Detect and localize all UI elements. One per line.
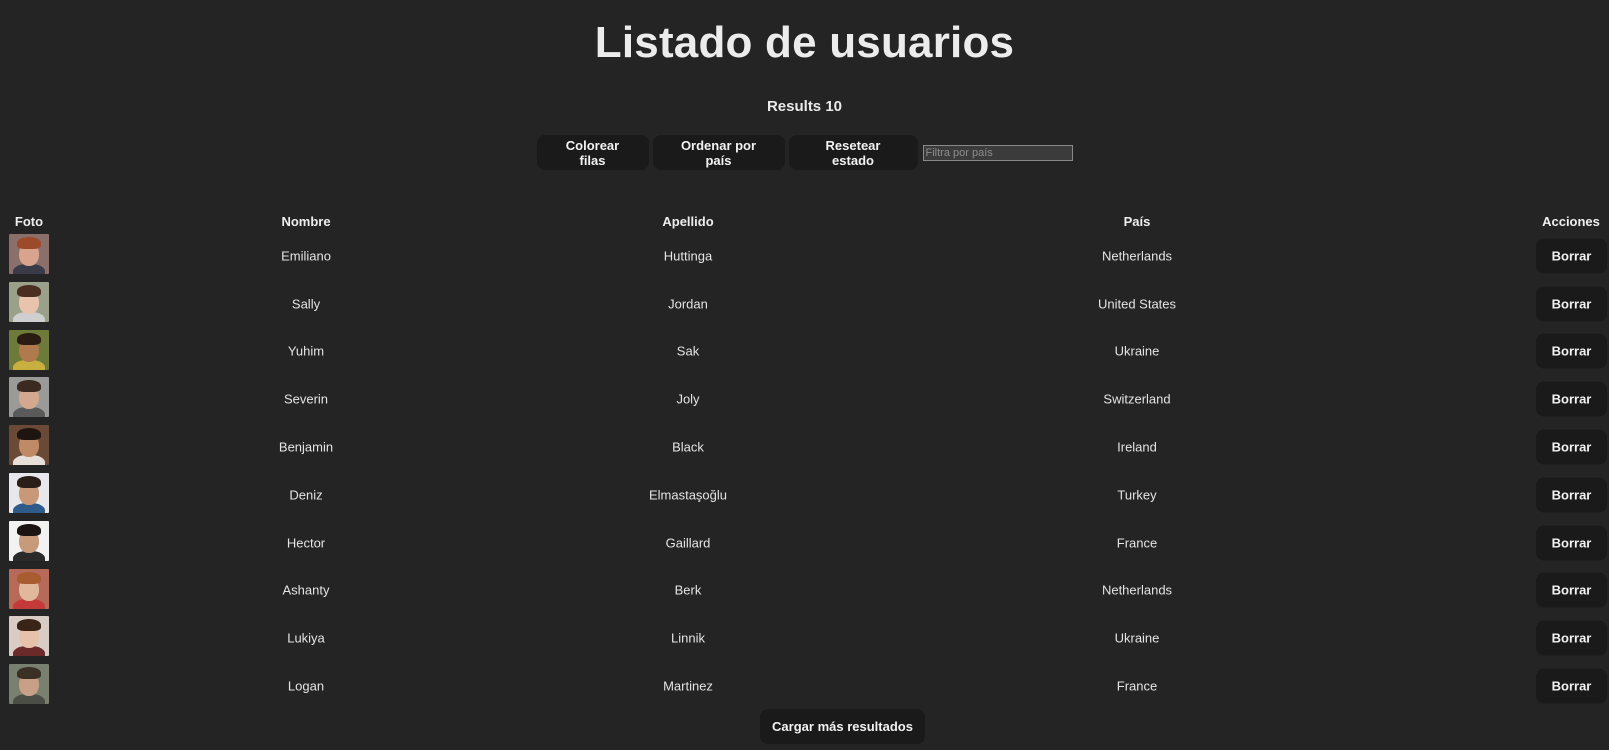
- user-avatar: [9, 377, 49, 418]
- user-avatar: [9, 520, 49, 561]
- cell-last-name: Black: [672, 439, 704, 455]
- table-header: Foto Nombre Apellido País Acciones: [0, 214, 1609, 230]
- cell-country: Switzerland: [1103, 391, 1171, 407]
- user-avatar: [9, 568, 49, 609]
- cell-last-name: Linnik: [671, 630, 705, 646]
- header-actions: Acciones: [1542, 214, 1600, 229]
- cell-last-name: Sak: [676, 343, 700, 359]
- cell-last-name: Elmastaşoğlu: [648, 487, 728, 503]
- avatar-hair: [17, 428, 41, 441]
- delete-button[interactable]: Borrar: [1536, 381, 1607, 417]
- user-avatar: [9, 472, 49, 513]
- cell-country: Turkey: [1117, 487, 1157, 503]
- avatar-hair: [17, 667, 41, 680]
- cell-country: Ireland: [1117, 439, 1157, 455]
- cell-country: Ukraine: [1114, 343, 1160, 359]
- user-avatar: [9, 329, 49, 370]
- cell-country: France: [1116, 678, 1158, 694]
- reset-state-button[interactable]: Resetear estado: [788, 135, 918, 170]
- delete-button[interactable]: Borrar: [1536, 668, 1607, 704]
- delete-button[interactable]: Borrar: [1536, 525, 1607, 561]
- table-row: Hector Gaillard France Borrar: [0, 519, 1609, 567]
- page-title: Listado de usuarios: [594, 18, 1015, 67]
- results-count: Results 10: [766, 98, 843, 115]
- users-page: Listado de usuarios Results 10 Colorear …: [0, 0, 1609, 750]
- cell-first-name: Hector: [286, 535, 326, 551]
- header-country: País: [1123, 214, 1151, 229]
- avatar-hair: [17, 523, 41, 536]
- cell-last-name: Martinez: [663, 678, 713, 694]
- avatar-hair: [17, 571, 41, 584]
- cell-first-name: Severin: [283, 391, 329, 407]
- user-avatar: [9, 281, 49, 322]
- cell-country: Ukraine: [1114, 630, 1160, 646]
- cell-last-name: Huttinga: [663, 248, 713, 264]
- cell-first-name: Lukiya: [287, 630, 325, 646]
- table-row: Ashanty Berk Netherlands Borrar: [0, 567, 1609, 615]
- color-rows-button[interactable]: Colorear filas: [536, 135, 649, 170]
- user-avatar: [9, 425, 49, 466]
- table-row: Severin Joly Switzerland Borrar: [0, 375, 1609, 423]
- user-avatar: [9, 616, 49, 657]
- avatar-hair: [17, 284, 41, 297]
- user-avatar: [9, 234, 49, 274]
- avatar-hair: [17, 332, 41, 345]
- country-filter-input[interactable]: [922, 144, 1073, 161]
- header-photo: Foto: [14, 214, 44, 229]
- cell-last-name: Jordan: [668, 296, 708, 312]
- delete-button[interactable]: Borrar: [1536, 572, 1607, 608]
- header-first-name: Nombre: [281, 214, 331, 229]
- header-last-name: Apellido: [662, 214, 714, 229]
- cell-country: United States: [1097, 296, 1177, 312]
- table-row: Logan Martinez France Borrar: [0, 662, 1609, 710]
- cell-first-name: Yuhim: [287, 343, 325, 359]
- delete-button[interactable]: Borrar: [1536, 620, 1607, 656]
- delete-button[interactable]: Borrar: [1536, 477, 1607, 513]
- delete-button[interactable]: Borrar: [1536, 429, 1607, 465]
- avatar-hair: [17, 380, 41, 393]
- avatar-hair: [17, 475, 41, 488]
- sort-by-country-button[interactable]: Ordenar por país: [652, 135, 785, 170]
- cell-first-name: Sally: [291, 296, 321, 312]
- delete-button[interactable]: Borrar: [1536, 286, 1607, 322]
- table-row: Deniz Elmastaşoğlu Turkey Borrar: [0, 471, 1609, 519]
- delete-button[interactable]: Borrar: [1536, 333, 1607, 369]
- table-row: Emiliano Huttinga Netherlands Borrar: [0, 232, 1609, 280]
- avatar-hair: [17, 237, 41, 249]
- user-avatar: [9, 664, 49, 705]
- cell-last-name: Joly: [676, 391, 700, 407]
- load-more-button[interactable]: Cargar más resultados: [760, 709, 925, 744]
- cell-country: Netherlands: [1101, 582, 1173, 598]
- users-table-body: Emiliano Huttinga Netherlands Borrar Sally Jo…: [0, 232, 1609, 710]
- cell-country: Netherlands: [1101, 248, 1173, 264]
- table-row: Benjamin Black Ireland Borrar: [0, 423, 1609, 471]
- cell-first-name: Emiliano: [281, 248, 331, 264]
- cell-first-name: Deniz: [289, 487, 323, 503]
- table-row: Lukiya Linnik Ukraine Borrar: [0, 614, 1609, 662]
- delete-button[interactable]: Borrar: [1536, 238, 1607, 274]
- cell-first-name: Logan: [287, 678, 325, 694]
- cell-first-name: Benjamin: [278, 439, 334, 455]
- avatar-hair: [17, 619, 41, 632]
- cell-last-name: Berk: [674, 582, 702, 598]
- table-row: Yuhim Sak Ukraine Borrar: [0, 328, 1609, 376]
- toolbar: Colorear filas Ordenar por país Resetear…: [0, 135, 1609, 170]
- cell-first-name: Ashanty: [282, 582, 330, 598]
- cell-country: France: [1116, 535, 1158, 551]
- cell-last-name: Gaillard: [665, 535, 711, 551]
- table-row: Sally Jordan United States Borrar: [0, 280, 1609, 328]
